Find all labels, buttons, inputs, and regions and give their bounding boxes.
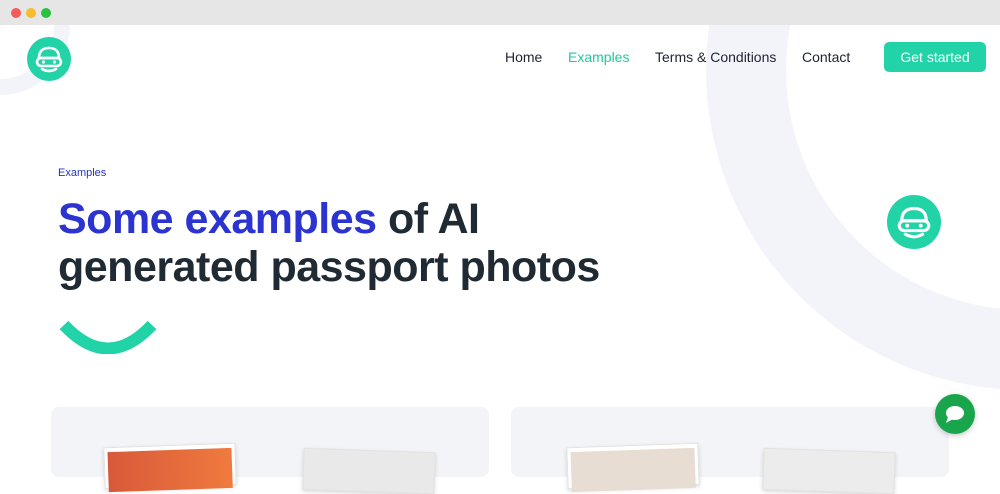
example-photo-before [103, 442, 237, 493]
close-window-button[interactable] [11, 8, 21, 18]
nav-examples[interactable]: Examples [568, 49, 629, 69]
example-photo-after [762, 447, 896, 494]
decorative-ring-right [706, 25, 1000, 390]
hero-title: Some examples of AI generated passport p… [58, 195, 678, 291]
nav-home[interactable]: Home [505, 49, 542, 69]
hero-title-accent: Some examples [58, 195, 377, 243]
section-eyebrow: Examples [58, 167, 107, 179]
chat-bubble-icon [946, 406, 964, 423]
browser-title-bar [0, 0, 1000, 25]
nav-contact[interactable]: Contact [802, 49, 850, 69]
example-photo-after [302, 447, 436, 494]
smile-decoration [59, 320, 157, 354]
minimize-window-button[interactable] [26, 8, 36, 18]
nav-terms-conditions[interactable]: Terms & Conditions [655, 49, 776, 69]
get-started-button[interactable]: Get started [884, 42, 986, 72]
masked-bandit-icon [35, 46, 63, 73]
example-photo-before [566, 442, 700, 493]
maximize-window-button[interactable] [41, 8, 51, 18]
masked-bandit-icon [897, 206, 931, 239]
chat-button[interactable] [935, 394, 975, 434]
site-logo[interactable] [27, 37, 71, 81]
hero-badge [887, 195, 941, 249]
